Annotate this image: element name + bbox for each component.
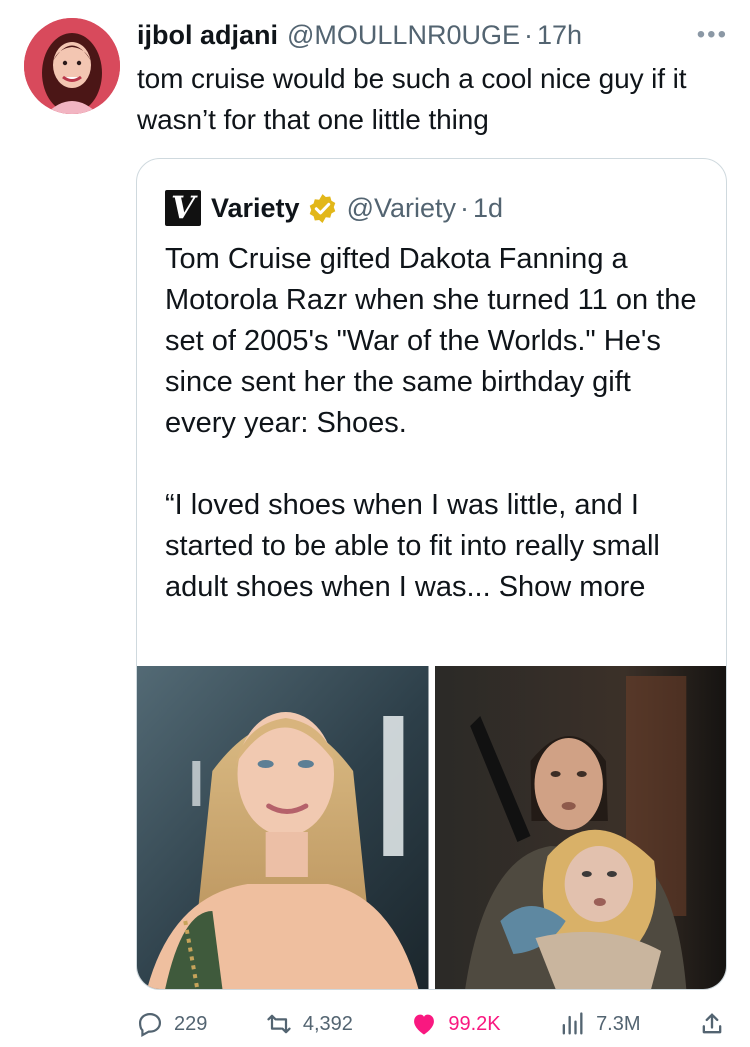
- quoted-separator-dot: ·: [460, 192, 470, 223]
- views-chart-icon: [562, 1012, 583, 1035]
- reply-button[interactable]: 229: [136, 1010, 207, 1038]
- quoted-tweet-text: Tom Cruise gifted Dakota Fanning a Motor…: [165, 239, 705, 608]
- tweet-time[interactable]: 17h: [537, 20, 582, 51]
- author-name[interactable]: ijbol adjani: [137, 20, 278, 51]
- retweet-icon: [267, 1014, 291, 1034]
- heart-filled-icon: [414, 1014, 435, 1035]
- gold-verified-icon: [309, 193, 335, 223]
- media-photo-left[interactable]: [137, 666, 429, 989]
- quoted-author-handle[interactable]: @Variety: [347, 193, 456, 224]
- quoted-tweet-header: V Variety @Variety · 1d: [165, 189, 503, 227]
- author-avatar[interactable]: [24, 18, 120, 114]
- share-button[interactable]: [698, 1010, 726, 1038]
- author-handle[interactable]: @MOULLNR0UGE: [287, 20, 520, 51]
- media-grid: [137, 666, 726, 989]
- like-button[interactable]: 99.2K: [410, 1010, 501, 1038]
- separator-dot: ·: [523, 19, 533, 50]
- views-button[interactable]: 7.3M: [558, 1010, 641, 1038]
- quoted-author-name[interactable]: Variety: [211, 193, 300, 224]
- quoted-paragraph-2: “I loved shoes when I was little, and I …: [165, 485, 705, 608]
- reply-count: 229: [174, 1012, 208, 1035]
- show-more-link[interactable]: Show more: [499, 571, 646, 603]
- retweet-button[interactable]: 4,392: [265, 1010, 353, 1038]
- variety-logo[interactable]: V: [165, 190, 201, 226]
- share-upload-icon: [702, 1013, 722, 1034]
- tweet-actions: 229 4,392 99.2K 7.3M: [136, 1008, 726, 1040]
- like-count: 99.2K: [448, 1012, 501, 1035]
- media-photo-right[interactable]: [434, 666, 726, 989]
- tweet-header: ijbol adjani @MOULLNR0UGE · 17h •••: [137, 15, 728, 55]
- quoted-tweet-time[interactable]: 1d: [473, 193, 503, 224]
- tweet-text: tom cruise would be such a cool nice guy…: [137, 63, 687, 135]
- more-horizontal-icon[interactable]: •••: [697, 21, 728, 49]
- reply-icon: [138, 1012, 162, 1037]
- view-count: 7.3M: [596, 1012, 641, 1035]
- quoted-tweet[interactable]: V Variety @Variety · 1d Tom Cruise gifte…: [136, 158, 727, 990]
- retweet-count: 4,392: [302, 1012, 353, 1035]
- quoted-paragraph-1: Tom Cruise gifted Dakota Fanning a Motor…: [165, 243, 697, 439]
